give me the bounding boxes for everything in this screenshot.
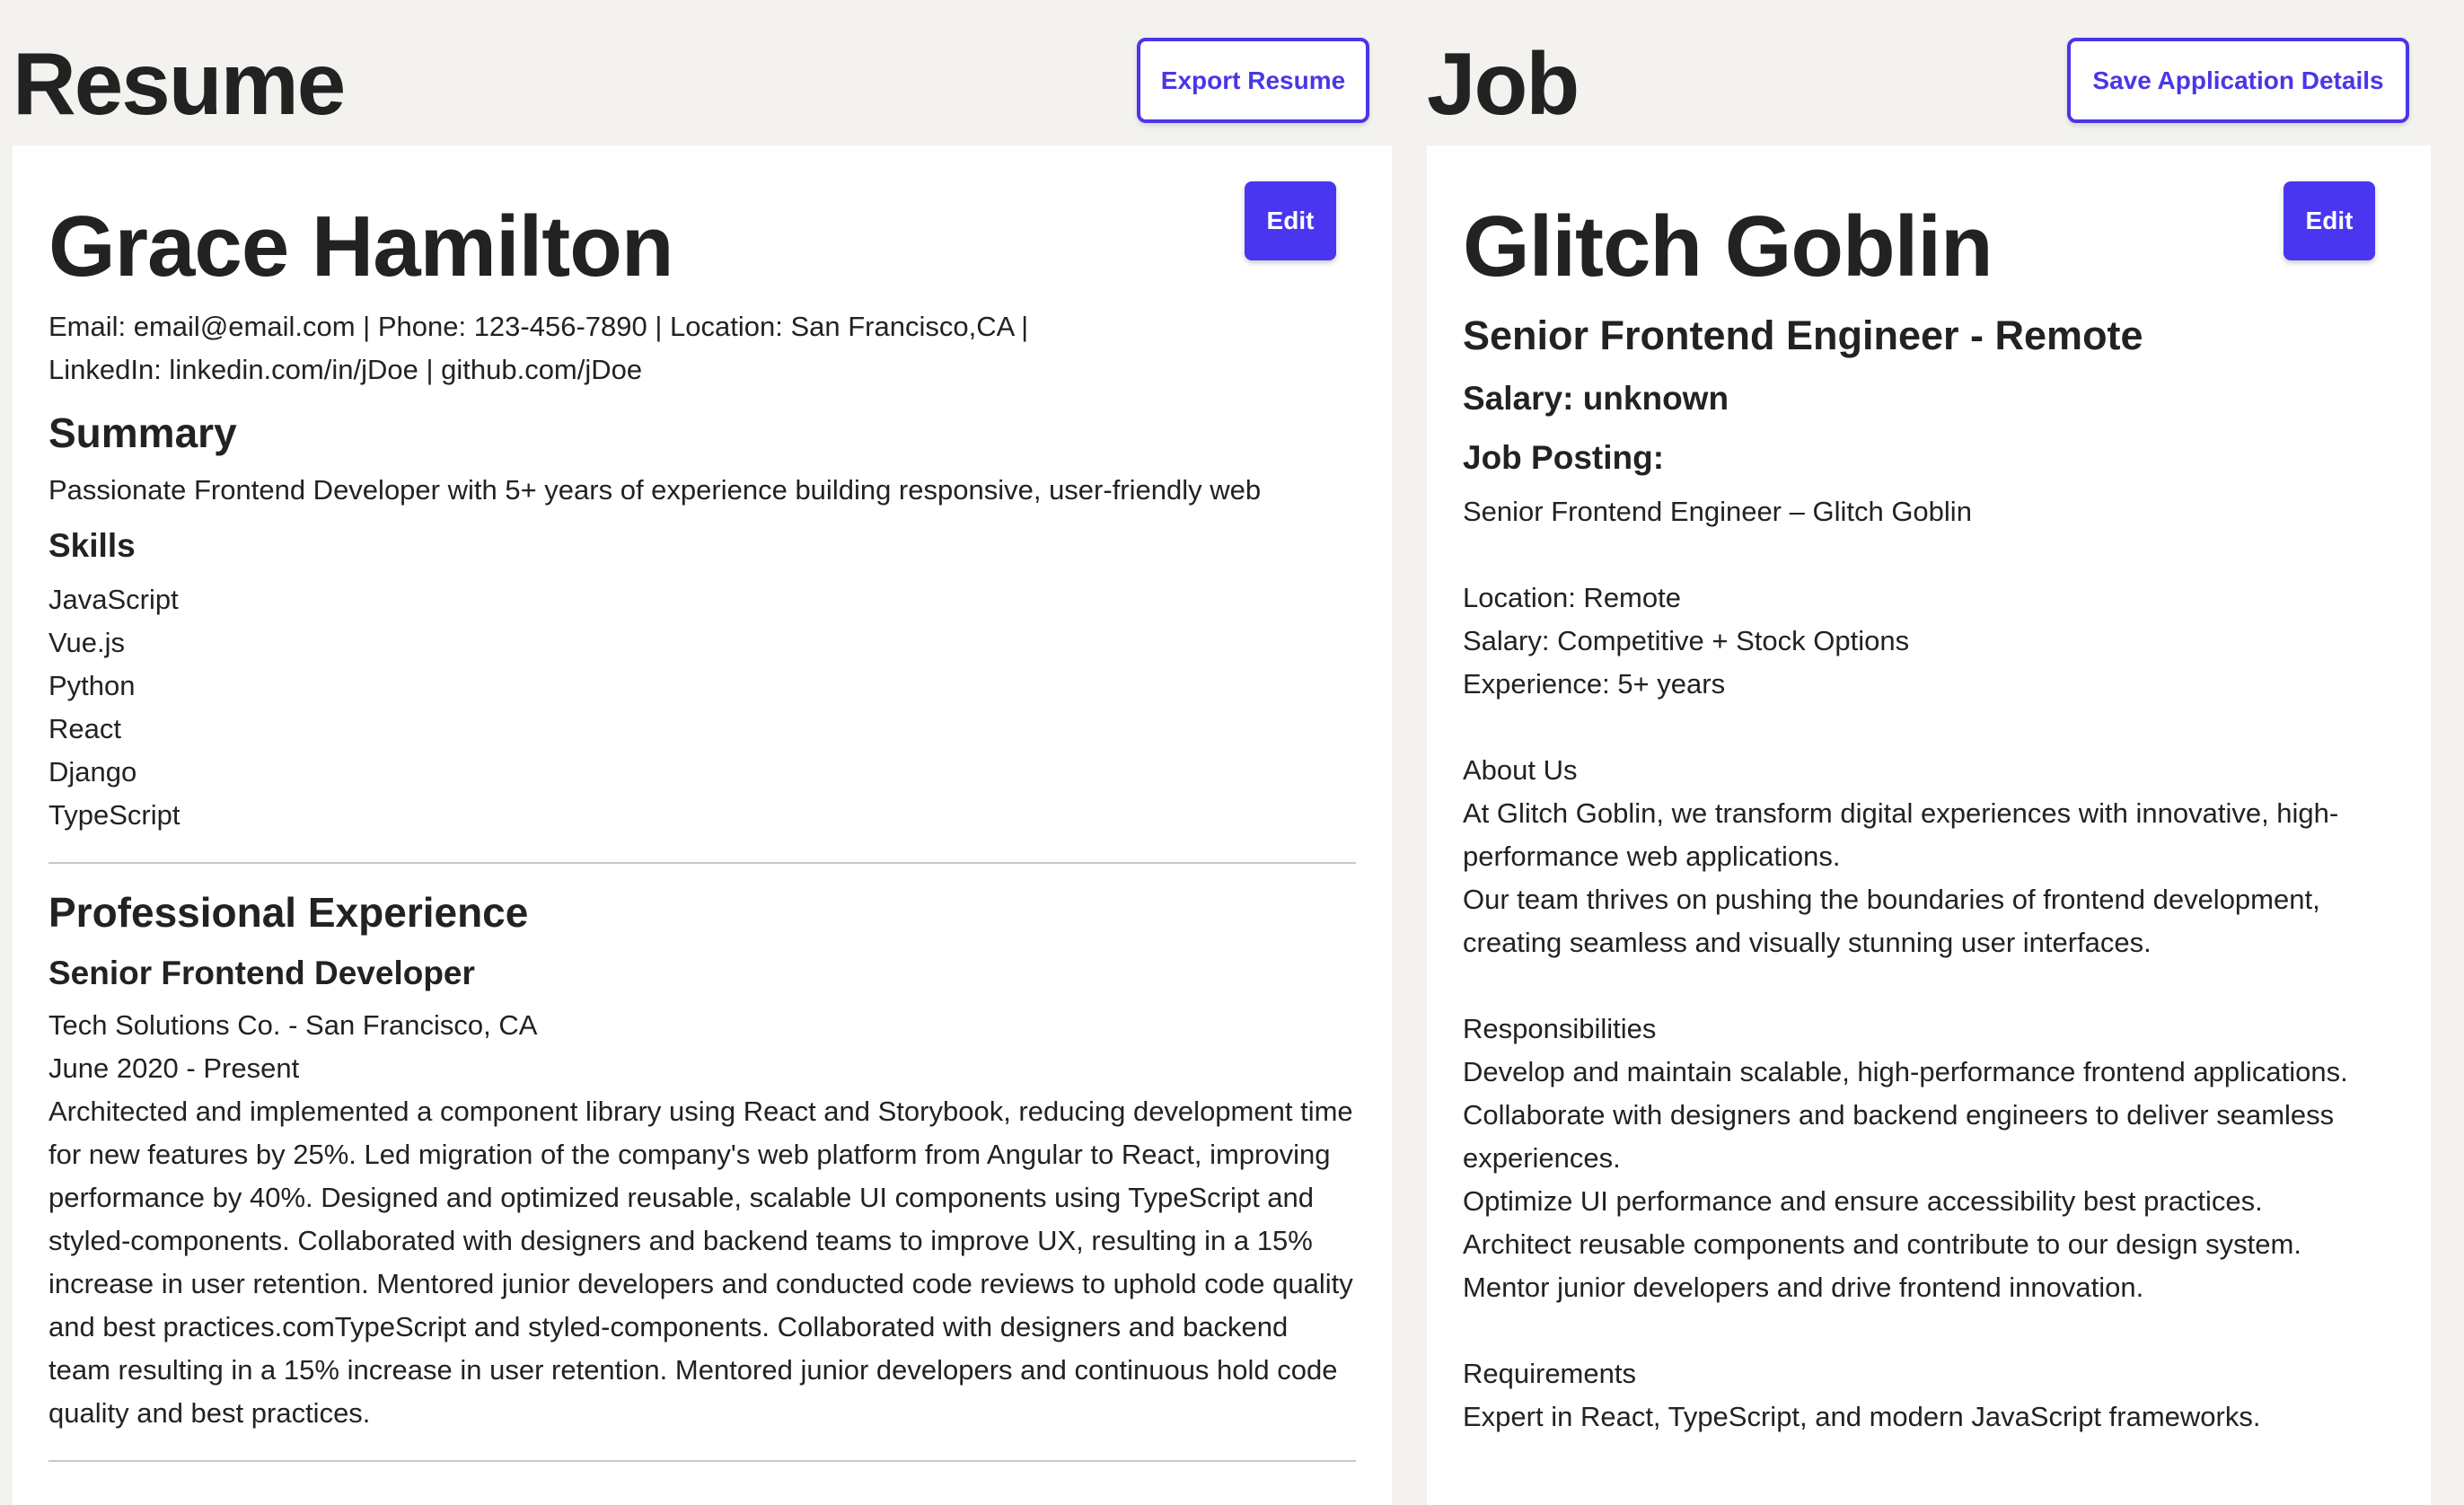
resume-name: Grace Hamilton	[48, 198, 674, 295]
skill-item: Python	[48, 670, 136, 701]
job-title: Job	[1427, 34, 1580, 133]
experience-entry: Senior Frontend Developer Tech Solutions…	[48, 950, 1356, 1435]
experience-role: Senior Frontend Developer	[48, 955, 475, 991]
job-edit-button[interactable]: Edit	[2284, 181, 2375, 260]
section-divider	[48, 1460, 1356, 1462]
skill-item: Django	[48, 756, 137, 788]
job-company-name: Glitch Goblin	[1463, 198, 1993, 295]
job-posting-heading: Job Posting:	[1463, 439, 1665, 476]
skills-heading: Skills	[48, 527, 136, 564]
experience-description: Architected and implemented a component …	[48, 1096, 1353, 1429]
resume-title: Resume	[13, 34, 346, 133]
job-panel: Edit Glitch Goblin Senior Frontend Engin…	[1427, 145, 2431, 1505]
skill-item: TypeScript	[48, 799, 180, 831]
experience-company: Tech Solutions Co. - San Francisco, CA	[48, 1009, 538, 1041]
resume-panel: Edit Grace Hamilton Email: email@email.c…	[13, 145, 1392, 1505]
skill-item: JavaScript	[48, 584, 179, 615]
job-position: Senior Frontend Engineer - Remote	[1463, 312, 2143, 358]
experience-dates: June 2020 - Present	[48, 1052, 300, 1084]
skill-item: Vue.js	[48, 627, 126, 658]
section-divider	[48, 862, 1356, 864]
skill-item: React	[48, 713, 121, 744]
export-resume-button[interactable]: Export Resume	[1137, 38, 1369, 123]
experience-heading: Professional Experience	[48, 889, 529, 936]
job-posting-text: Senior Frontend Engineer – Glitch Goblin…	[1463, 496, 2348, 1432]
job-salary: Salary: unknown	[1463, 380, 1729, 417]
app-root: Resume Export Resume Edit Grace Hamilton…	[0, 0, 2464, 1505]
contact-line: Email: email@email.com | Phone: 123-456-…	[48, 311, 1029, 342]
resume-edit-button[interactable]: Edit	[1245, 181, 1336, 260]
resume-contact: Email: email@email.com | Phone: 123-456-…	[48, 305, 1356, 392]
contact-line: LinkedIn: linkedin.com/in/jDoe | github.…	[48, 354, 643, 385]
summary-text: Passionate Frontend Developer with 5+ ye…	[48, 474, 1262, 506]
skills-list: JavaScript Vue.js Python React Django Ty…	[48, 578, 1356, 837]
save-application-button[interactable]: Save Application Details	[2067, 38, 2409, 123]
summary-heading: Summary	[48, 409, 237, 456]
